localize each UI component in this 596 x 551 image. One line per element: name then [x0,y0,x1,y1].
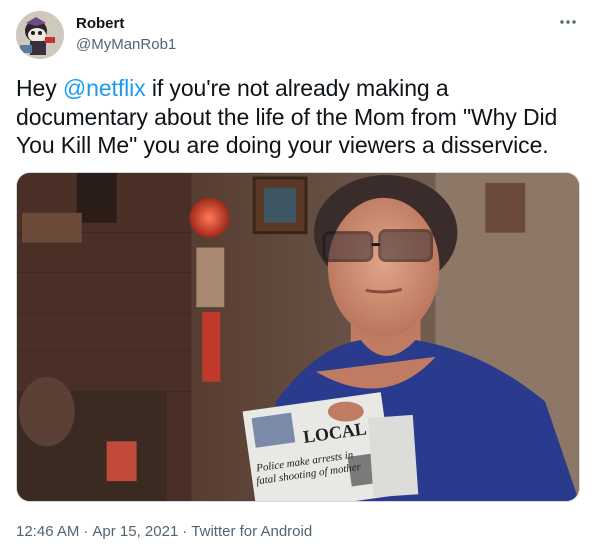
media-photo: LOCAL Police make arrests in fatal shoot… [17,173,579,501]
tweet-date[interactable]: Apr 15, 2021 [92,523,178,540]
tweet-text-before: Hey [16,75,63,101]
tweet-source[interactable]: Twitter for Android [191,523,312,540]
tweet-text: Hey @netflix if you're not already makin… [16,74,584,160]
user-handle[interactable]: @MyManRob1 [76,35,176,55]
mention-link[interactable]: @netflix [63,75,146,101]
tweet-time[interactable]: 12:46 AM [16,523,79,540]
avatar-icon [16,11,64,59]
display-name[interactable]: Robert [76,14,176,34]
more-icon [560,20,576,24]
more-button[interactable] [554,8,582,36]
tweet-media-image[interactable]: LOCAL Police make arrests in fatal shoot… [16,172,580,502]
tweet-meta: 12:46 AM · Apr 15, 2021 · Twitter for Androi… [16,522,312,542]
user-info: Robert @MyManRob1 [76,14,176,55]
meta-separator: · [182,523,188,540]
meta-separator: · [83,523,89,540]
avatar[interactable] [16,11,64,59]
tweet: Robert @MyManRob1 Hey @netflix if you're… [0,0,596,551]
